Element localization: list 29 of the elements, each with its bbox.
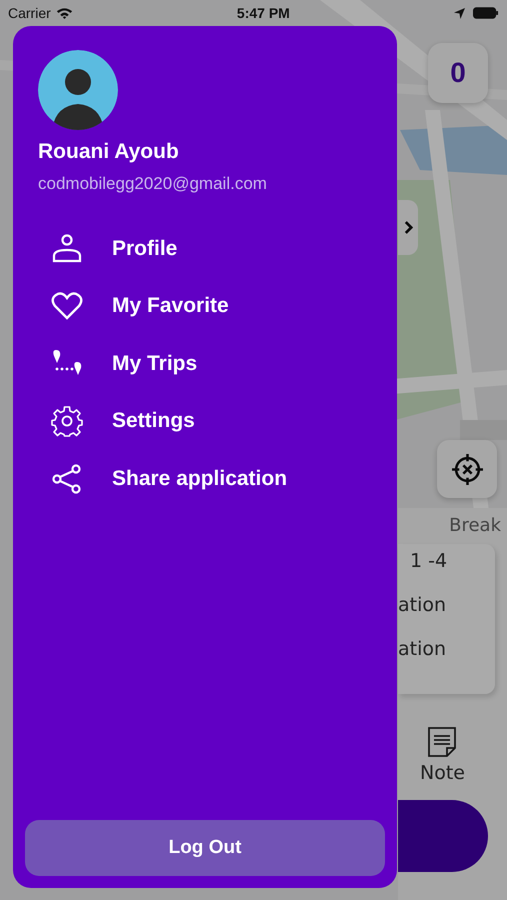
status-time: 5:47 PM bbox=[236, 5, 290, 21]
location-arrow-icon bbox=[454, 8, 465, 18]
card-text: ation bbox=[398, 638, 446, 660]
break-label: Break bbox=[449, 514, 502, 536]
battery-icon bbox=[472, 7, 499, 19]
locate-button[interactable] bbox=[437, 440, 497, 498]
expand-button[interactable] bbox=[398, 200, 418, 255]
user-name: Rouani Ayoub bbox=[38, 140, 180, 164]
action-button[interactable] bbox=[398, 800, 488, 872]
crosshair-icon bbox=[450, 452, 484, 486]
menu-item[interactable]: My Favorite bbox=[38, 278, 385, 335]
person-icon bbox=[51, 232, 83, 265]
note-icon[interactable] bbox=[426, 726, 458, 758]
note-label: Note bbox=[420, 762, 465, 784]
carrier-label: Carrier bbox=[8, 5, 51, 21]
share-icon bbox=[51, 462, 83, 495]
settings-icon bbox=[51, 405, 83, 438]
card-title: 1 -4 bbox=[410, 550, 448, 572]
menu-item[interactable]: Settings bbox=[38, 392, 385, 450]
counter-button[interactable]: 0 bbox=[428, 43, 488, 103]
chevron-right-icon bbox=[404, 220, 412, 235]
card-text: ation bbox=[398, 594, 446, 616]
wifi-icon bbox=[56, 7, 73, 19]
menu-item[interactable]: Profile bbox=[38, 220, 385, 278]
user-email: codmobilegg2020@gmail.com bbox=[38, 174, 268, 194]
menu-item[interactable]: Share application bbox=[38, 450, 385, 508]
menu-item[interactable]: My Trips bbox=[38, 335, 385, 392]
logout-button[interactable]: Log Out bbox=[25, 820, 385, 876]
heart-icon bbox=[51, 290, 83, 322]
